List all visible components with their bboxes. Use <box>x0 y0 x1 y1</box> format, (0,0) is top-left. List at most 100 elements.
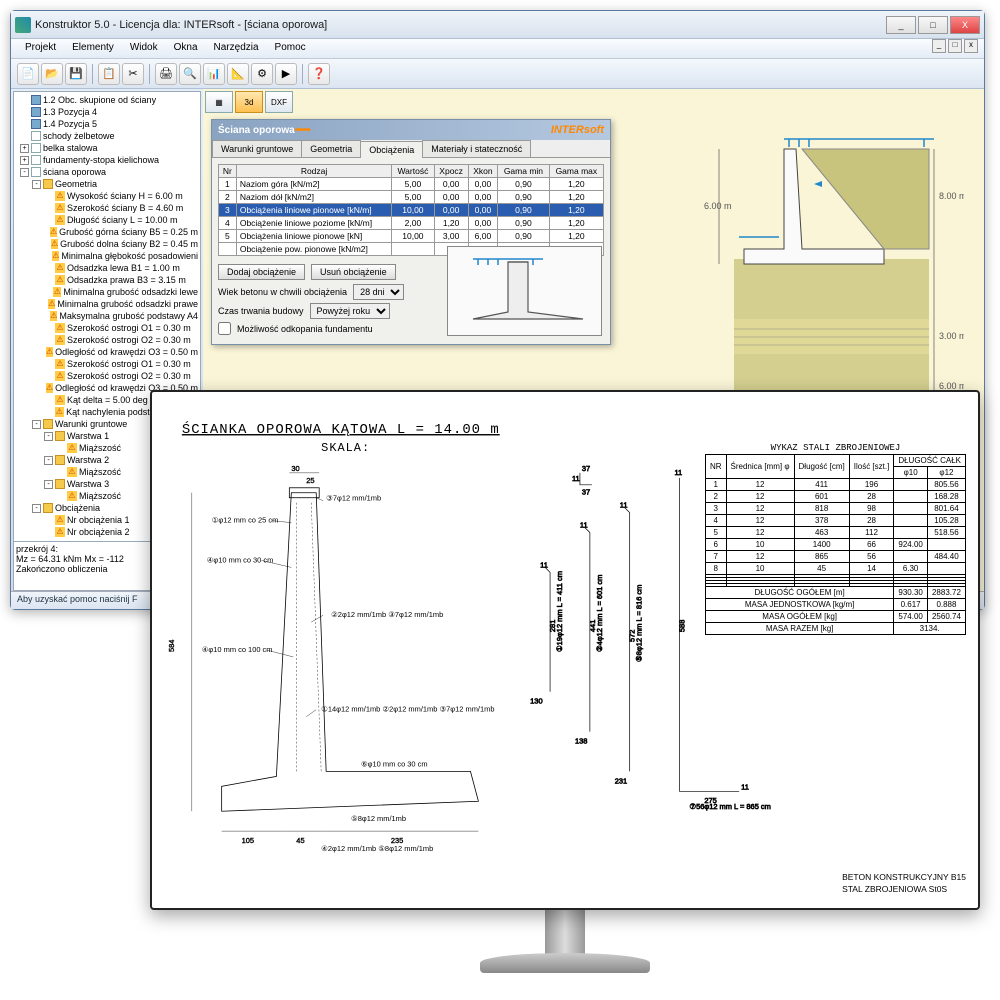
tree-item[interactable]: ⚠Szerokość ostrogi O1 = 0.30 m <box>16 358 198 370</box>
view-dxf-button[interactable]: DXF <box>265 91 293 113</box>
monitor-frame: ŚCIANKA OPOROWA KĄTOWA L = 14.00 m SKALA… <box>150 390 980 910</box>
svg-text:231: 231 <box>615 776 627 785</box>
status-text: Aby uzyskać pomoc naciśnij F <box>17 594 138 604</box>
svg-text:①φ12 mm co 25 cm: ①φ12 mm co 25 cm <box>212 516 279 525</box>
tab-materialy[interactable]: Materiały i stateczność <box>422 140 531 157</box>
mdi-close[interactable]: x <box>964 39 978 53</box>
menu-pomoc[interactable]: Pomoc <box>267 39 314 58</box>
tb-open-icon[interactable]: 📂 <box>41 63 63 85</box>
tree-item[interactable]: ⚠Wysokość ściany H = 6.00 m <box>16 190 198 202</box>
tree-item[interactable]: -ściana oporowa <box>16 166 198 178</box>
svg-text:138: 138 <box>575 737 587 746</box>
maximize-button[interactable]: □ <box>918 16 948 34</box>
svg-text:④φ10 mm co 30 cm: ④φ10 mm co 30 cm <box>207 555 274 564</box>
mdi-minimize[interactable]: _ <box>932 39 946 53</box>
minimize-button[interactable]: _ <box>886 16 916 34</box>
brand-dots-icon: •••••• <box>295 125 310 136</box>
tb-help-icon[interactable]: ❓ <box>308 63 330 85</box>
add-load-button[interactable]: Dodaj obciążenie <box>218 264 305 280</box>
tree-item[interactable]: ⚠Minimalna głębokość posadowieni <box>16 250 198 262</box>
build-duration-select[interactable]: Powyżej roku <box>310 303 390 319</box>
svg-text:37: 37 <box>582 488 590 497</box>
view-grid-button[interactable]: ▦ <box>205 91 233 113</box>
svg-text:130: 130 <box>530 697 542 706</box>
tree-item[interactable]: ⚠Szerokość ostrogi O1 = 0.30 m <box>16 322 198 334</box>
view-3d-button[interactable]: 3d <box>235 91 263 113</box>
svg-text:②4φ12 mm L = 601 cm: ②4φ12 mm L = 601 cm <box>595 575 604 652</box>
tb-copy-icon[interactable]: 📋 <box>98 63 120 85</box>
toolbar: 📄 📂 💾 📋 ✂ 🖨 🔍 📊 📐 ⚙ ▶ ❓ <box>11 59 984 89</box>
tab-geometria[interactable]: Geometria <box>301 140 361 157</box>
menu-elementy[interactable]: Elementy <box>64 39 122 58</box>
tab-warunki[interactable]: Warunki gruntowe <box>212 140 302 157</box>
tb-print-icon[interactable]: 🖨 <box>155 63 177 85</box>
tb-cut-icon[interactable]: ✂ <box>122 63 144 85</box>
svg-text:8.00 m: 8.00 m <box>939 191 964 201</box>
tree-item[interactable]: 1.2 Obc. skupione od ściany <box>16 94 198 106</box>
tree-item[interactable]: ⚠Maksymalna grubość podstawy A4 <box>16 310 198 322</box>
tree-item[interactable]: +fundamenty-stopa kielichowa <box>16 154 198 166</box>
menu-projekt[interactable]: Projekt <box>17 39 64 58</box>
load-table[interactable]: NrRodzajWartośćXpoczXkonGama minGama max… <box>218 164 604 256</box>
excavation-checkbox[interactable] <box>218 322 231 335</box>
svg-text:③7φ12 mm/1mb: ③7φ12 mm/1mb <box>326 494 381 503</box>
tree-item[interactable]: ⚠Szerokość ściany B = 4.60 m <box>16 202 198 214</box>
svg-text:584: 584 <box>167 640 176 652</box>
svg-text:30: 30 <box>291 464 299 473</box>
concrete-age-label: Wiek betonu w chwili obciążenia <box>218 287 347 297</box>
tb-measure-icon[interactable]: 📐 <box>227 63 249 85</box>
tree-item[interactable]: +belka stalowa <box>16 142 198 154</box>
dialog-title: Ściana oporowa <box>218 125 295 136</box>
tree-item[interactable]: ⚠Szerokość ostrogi O2 = 0.30 m <box>16 334 198 346</box>
tree-item[interactable]: 1.3 Pozycja 4 <box>16 106 198 118</box>
tree-item[interactable]: ⚠Odsadzka lewa B1 = 1.00 m <box>16 262 198 274</box>
excavation-label: Możliwość odkopania fundamentu <box>237 324 373 334</box>
tb-zoom-icon[interactable]: 🔍 <box>179 63 201 85</box>
svg-text:11: 11 <box>572 474 580 483</box>
tree-item[interactable]: ⚠Odległość od krawędzi O3 = 0.50 m <box>16 346 198 358</box>
mdi-maximize[interactable]: □ <box>948 39 962 53</box>
svg-text:45: 45 <box>296 836 304 845</box>
svg-text:11: 11 <box>620 501 628 510</box>
menu-widok[interactable]: Widok <box>122 39 166 58</box>
remove-load-button[interactable]: Usuń obciążenie <box>311 264 396 280</box>
menu-okna[interactable]: Okna <box>166 39 206 58</box>
tree-item[interactable]: ⚠Szerokość ostrogi O2 = 0.30 m <box>16 370 198 382</box>
tb-chart-icon[interactable]: 📊 <box>203 63 225 85</box>
build-duration-label: Czas trwania budowy <box>218 306 304 316</box>
app-icon <box>15 17 31 33</box>
svg-text:3.00 m: 3.00 m <box>939 331 964 341</box>
tree-item[interactable]: ⚠Minimalna grubość odsadzki prawe <box>16 298 198 310</box>
tb-new-icon[interactable]: 📄 <box>17 63 39 85</box>
tree-item[interactable]: ⚠Grubość górna ściany B5 = 0.25 m <box>16 226 198 238</box>
tb-run-icon[interactable]: ▶ <box>275 63 297 85</box>
svg-text:⑤8φ12 mm L = 816 cm: ⑤8φ12 mm L = 816 cm <box>635 585 644 662</box>
tree-item[interactable]: -Geometria <box>16 178 198 190</box>
svg-text:④2φ12 mm/1mb ⑤8φ12 mm/1mb: ④2φ12 mm/1mb ⑤8φ12 mm/1mb <box>321 844 433 853</box>
svg-text:⑥φ10 mm co 30 cm: ⑥φ10 mm co 30 cm <box>361 759 428 768</box>
tree-item[interactable]: 1.4 Pozycja 5 <box>16 118 198 130</box>
close-button[interactable]: X <box>950 16 980 34</box>
monitor-stand <box>480 908 650 983</box>
svg-text:11: 11 <box>674 468 682 477</box>
tree-item[interactable]: schody żelbetowe <box>16 130 198 142</box>
tree-item[interactable]: ⚠Odsadzka prawa B3 = 3.15 m <box>16 274 198 286</box>
titlebar[interactable]: Konstruktor 5.0 - Licencja dla: INTERsof… <box>11 11 984 39</box>
svg-text:11: 11 <box>540 560 548 569</box>
menu-narzedzia[interactable]: Narzędzia <box>206 39 267 58</box>
tree-item[interactable]: ⚠Grubość dolna ściany B2 = 0.45 m <box>16 238 198 250</box>
tab-obciazenia[interactable]: Obciążenia <box>360 141 423 158</box>
tb-save-icon[interactable]: 💾 <box>65 63 87 85</box>
menubar: Projekt Elementy Widok Okna Narzędzia Po… <box>11 39 984 59</box>
tree-item[interactable]: ⚠Długość ściany L = 10.00 m <box>16 214 198 226</box>
svg-text:11: 11 <box>580 521 588 530</box>
dialog-titlebar[interactable]: Ściana oporowa •••••• INTERsoft <box>212 120 610 140</box>
svg-text:11: 11 <box>741 782 749 791</box>
tb-settings-icon[interactable]: ⚙ <box>251 63 273 85</box>
tree-item[interactable]: ⚠Minimalna grubość odsadzki lewe <box>16 286 198 298</box>
brand-label: INTERsoft <box>551 124 604 136</box>
concrete-age-select[interactable]: 28 dni <box>353 284 404 300</box>
window-title: Konstruktor 5.0 - Licencja dla: INTERsof… <box>35 19 327 31</box>
svg-text:37: 37 <box>582 464 590 473</box>
steel-table: WYKAZ STALI ZBROJENIOWEJ NR Średnica [mm… <box>705 442 966 635</box>
